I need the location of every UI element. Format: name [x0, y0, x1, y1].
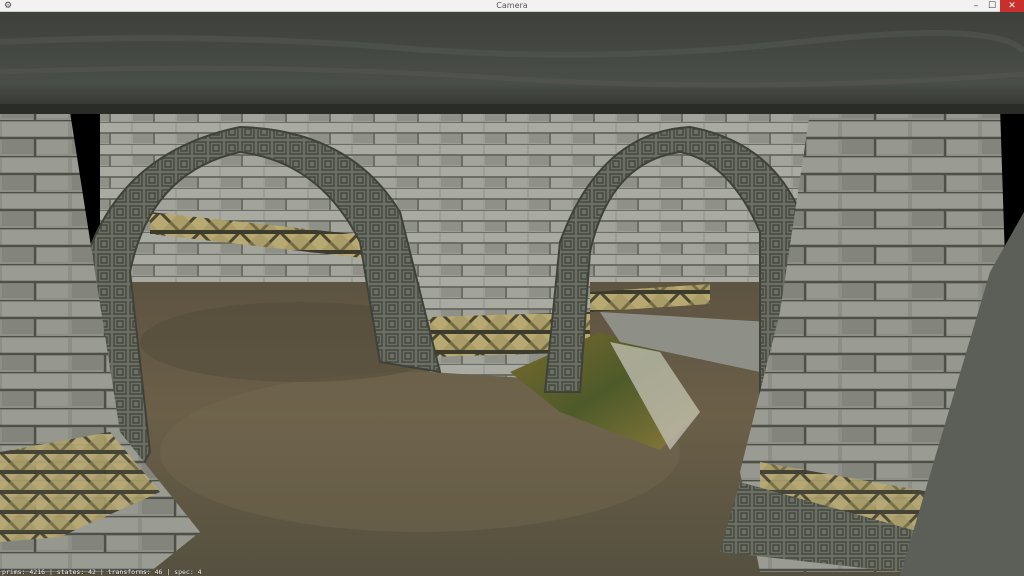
- render-stats: prims: 4216 | states: 42 | transforms: 4…: [2, 568, 202, 576]
- close-button[interactable]: ✕: [1000, 0, 1024, 12]
- minimize-button[interactable]: –: [968, 0, 984, 12]
- camera-window: ⚙ Camera – ☐ ✕ prims: 4216 | states: 42 …: [0, 0, 1024, 576]
- gear-icon[interactable]: ⚙: [3, 1, 13, 11]
- title-bar[interactable]: ⚙ Camera – ☐ ✕: [0, 0, 1024, 12]
- window-controls: – ☐ ✕: [968, 0, 1024, 12]
- ceiling: [0, 12, 1024, 114]
- scene-render: [0, 12, 1024, 576]
- window-title: Camera: [496, 1, 528, 10]
- maximize-button[interactable]: ☐: [984, 0, 1000, 12]
- game-viewport[interactable]: prims: 4216 | states: 42 | transforms: 4…: [0, 12, 1024, 576]
